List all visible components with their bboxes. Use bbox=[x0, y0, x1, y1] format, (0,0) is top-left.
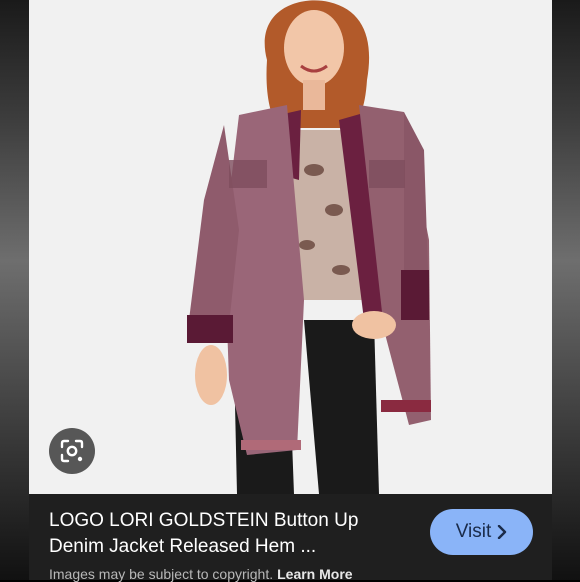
visit-button-label: Visit bbox=[455, 521, 492, 542]
google-lens-icon bbox=[60, 439, 84, 463]
product-photo[interactable] bbox=[29, 0, 552, 494]
visit-button[interactable]: Visit bbox=[430, 509, 533, 555]
result-info-bar: LOGO LORI GOLDSTEIN Button Up Denim Jack… bbox=[29, 494, 552, 582]
model-illustration bbox=[187, 0, 431, 494]
left-blur-edge bbox=[0, 0, 29, 580]
chevron-right-icon bbox=[498, 525, 507, 539]
product-title[interactable]: LOGO LORI GOLDSTEIN Button Up Denim Jack… bbox=[49, 508, 389, 560]
right-blur-edge bbox=[551, 0, 580, 580]
google-lens-button[interactable] bbox=[49, 428, 95, 474]
